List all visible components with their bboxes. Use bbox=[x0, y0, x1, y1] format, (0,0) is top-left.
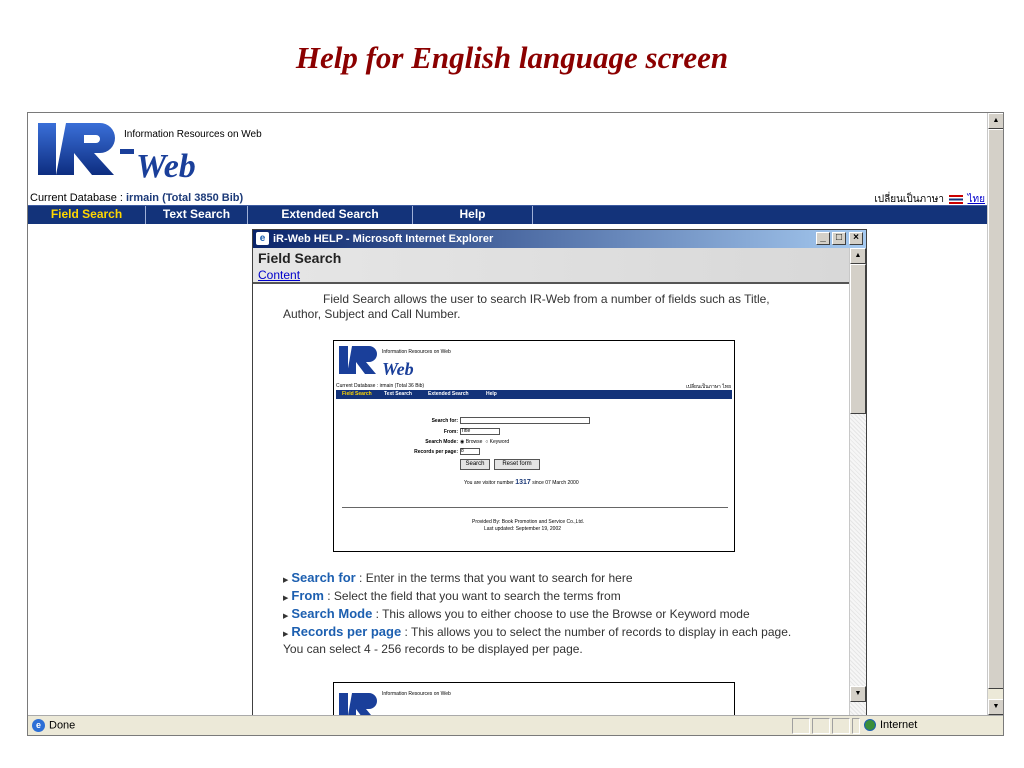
help-term-search-for: Search for bbox=[291, 570, 356, 585]
flag-icon[interactable] bbox=[948, 194, 963, 204]
current-db-value: irmain (Total 3850 Bib) bbox=[126, 192, 244, 204]
browser-window: Web Information Resources on Web Current… bbox=[27, 112, 1004, 736]
help-text-from: : Select the field that you want to sear… bbox=[323, 589, 621, 603]
popup-scrollbar[interactable]: ▲ ▼ bbox=[849, 248, 866, 718]
help-term-records: Records per page bbox=[291, 624, 402, 639]
mini-records-value: 8 bbox=[461, 448, 464, 454]
irweb-logo: Web bbox=[38, 123, 196, 185]
page-scroll-thumb[interactable] bbox=[988, 129, 1003, 689]
slide-title: Help for English language screen bbox=[295, 40, 729, 75]
mini-visitor-prefix: You are visitor number bbox=[464, 480, 514, 486]
mini-label-from: From: bbox=[443, 429, 458, 435]
status-cell bbox=[852, 718, 860, 734]
scroll-down-icon[interactable]: ▼ bbox=[850, 686, 866, 702]
mini-tagline: Information Resources on Web bbox=[382, 349, 451, 355]
status-zone: Internet bbox=[864, 719, 918, 732]
mini-nav-extended-search: Extended Search bbox=[428, 391, 469, 397]
status-done: Done bbox=[49, 719, 76, 732]
mini-nav-field-search: Field Search bbox=[342, 391, 372, 397]
status-zone-label: Internet bbox=[880, 719, 918, 731]
mini-from-value: Title bbox=[461, 428, 471, 434]
nav-field-search[interactable]: Field Search bbox=[28, 206, 146, 224]
scroll-up-icon[interactable]: ▲ bbox=[850, 248, 866, 264]
help-term-from: From bbox=[291, 588, 324, 603]
mini-search-field bbox=[460, 417, 590, 424]
help-field-list: ▶ Search for : Enter in the terms that yo… bbox=[283, 570, 813, 657]
help-text-search-mode: : This allows you to either choose to us… bbox=[372, 607, 750, 621]
bullet-icon: ▶ bbox=[283, 613, 289, 620]
example-screenshot: Web Information Resources on Web Current… bbox=[333, 340, 735, 552]
help-intro: Field Search allows the user to search I… bbox=[283, 292, 770, 321]
status-cell bbox=[832, 718, 850, 734]
mini-divider bbox=[342, 507, 728, 508]
page-scrollbar[interactable]: ▲ ▼ bbox=[987, 113, 1003, 717]
mini-visitor-suffix: since 07 March 2000 bbox=[532, 480, 579, 486]
help-item: ▶ Search Mode : This allows you to either… bbox=[283, 606, 813, 624]
status-cell bbox=[792, 718, 810, 734]
help-popup-window: e iR-Web HELP - Microsoft Internet Explo… bbox=[252, 229, 867, 719]
scroll-down-icon[interactable]: ▼ bbox=[988, 699, 1003, 715]
globe-icon bbox=[864, 719, 876, 732]
mini-db: Current Database : irmain (Total 36 Bib) bbox=[336, 383, 425, 389]
mini-visitor-number: 1317 bbox=[515, 479, 531, 486]
mini-nav: Field Search Text Search Extended Search… bbox=[336, 390, 732, 399]
close-icon[interactable]: × bbox=[849, 232, 863, 245]
mini-provided-by: Provided By: Book Promotion and Service … bbox=[472, 519, 585, 525]
popup-scroll-thumb[interactable] bbox=[850, 264, 866, 414]
maximize-icon[interactable]: □ bbox=[832, 232, 846, 245]
popup-window-title: iR-Web HELP - Microsoft Internet Explore… bbox=[273, 233, 494, 245]
status-cell bbox=[812, 718, 830, 734]
mini-label-records: Records per page: bbox=[414, 449, 458, 455]
logo-tagline: Information Resources on Web bbox=[124, 129, 262, 140]
mini-mode-browse: Browse bbox=[465, 439, 483, 445]
bullet-icon: ▶ bbox=[283, 631, 289, 638]
svg-text:Web: Web bbox=[136, 148, 196, 185]
nav-text-search[interactable]: Text Search bbox=[146, 206, 248, 224]
popup-titlebar[interactable]: e iR-Web HELP - Microsoft Internet Explo… bbox=[253, 230, 866, 248]
mini-nav-text-search: Text Search bbox=[384, 391, 412, 397]
help-item: ▶ From : Select the field that you want t… bbox=[283, 588, 813, 606]
help-text-search-for: : Enter in the terms that you want to se… bbox=[355, 571, 633, 585]
popup-header: Field Search Content bbox=[253, 248, 851, 284]
mini-tagline-2: Information Resources on Web bbox=[382, 691, 451, 697]
help-page-title: Field Search bbox=[258, 250, 342, 266]
minimize-icon[interactable]: _ bbox=[816, 232, 830, 245]
help-item: ▶ Search for : Enter in the terms that yo… bbox=[283, 570, 813, 588]
mini-nav-help: Help bbox=[486, 391, 497, 397]
mini-reset-button: Reset form bbox=[494, 459, 540, 470]
mini-label-search-mode: Search Mode: bbox=[425, 439, 458, 445]
mini-search-mode: ◉ Browse ○ Keyword bbox=[460, 439, 510, 445]
current-database: Current Database : irmain (Total 3850 Bi… bbox=[30, 192, 243, 204]
mini-last-updated: Last updated: September 19, 2002 bbox=[484, 526, 562, 532]
example-screenshot-2: Information Resources on Web bbox=[333, 682, 735, 718]
status-bar: e Done Internet bbox=[28, 715, 1003, 735]
scroll-up-icon[interactable]: ▲ bbox=[988, 113, 1003, 129]
mini-records-select: 8 bbox=[460, 448, 480, 455]
help-term-search-mode: Search Mode bbox=[291, 606, 373, 621]
help-item: ▶ Records per page : This allows you to s… bbox=[283, 624, 813, 657]
mini-from-select: Title bbox=[460, 428, 500, 435]
lang-switch-text: เปลี่ยนเป็นภาษา bbox=[874, 194, 944, 205]
bullet-icon: ▶ bbox=[283, 577, 289, 584]
ie-page-icon: e bbox=[32, 719, 45, 732]
bullet-icon: ▶ bbox=[283, 595, 289, 602]
mini-search-button: Search bbox=[460, 459, 490, 470]
mini-mode-keyword: Keyword bbox=[489, 439, 510, 445]
mini-visitor: You are visitor number 1317 since 07 Mar… bbox=[464, 479, 579, 486]
main-nav: Field Search Text Search Extended Search… bbox=[28, 205, 988, 224]
svg-text:Web: Web bbox=[382, 359, 414, 379]
nav-help[interactable]: Help bbox=[413, 206, 533, 224]
ie-page-icon: e bbox=[256, 232, 269, 245]
nav-extended-search[interactable]: Extended Search bbox=[248, 206, 413, 224]
current-db-label: Current Database : bbox=[30, 192, 126, 204]
mini-label-search-for: Search for: bbox=[431, 418, 458, 424]
status-text: e Done bbox=[32, 719, 75, 732]
content-link[interactable]: Content bbox=[258, 268, 300, 282]
thai-language-link[interactable]: ไทย bbox=[968, 194, 985, 205]
